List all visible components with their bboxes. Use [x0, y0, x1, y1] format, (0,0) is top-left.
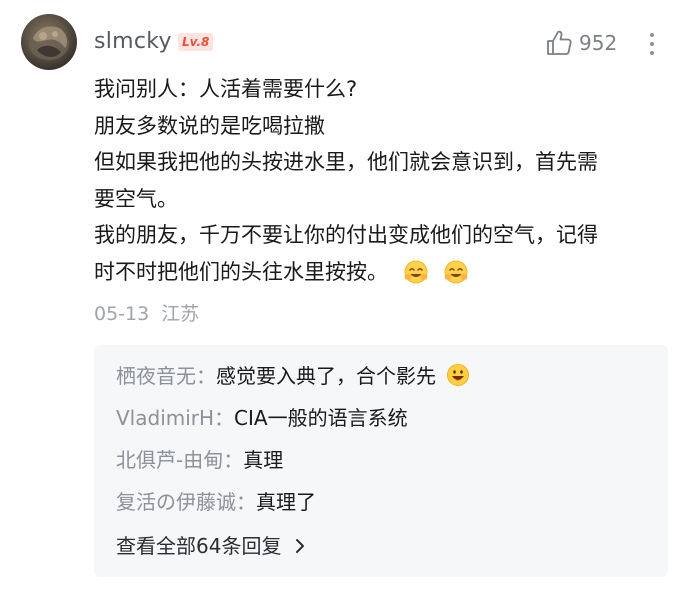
comment-date: 05-13 [94, 303, 150, 325]
comment-line-last: 时不时把他们的头往水里按按。 [94, 254, 674, 291]
more-icon[interactable] [646, 29, 658, 59]
comment-line-text: 时不时把他们的头往水里按按。 [94, 259, 388, 284]
reply-text: 真理 [243, 448, 284, 472]
comment-meta: 05-13 江苏 [94, 300, 199, 328]
reply-author[interactable]: VladimirH [116, 406, 214, 430]
reply-text: CIA一般的语言系统 [234, 406, 408, 430]
like-button[interactable]: 952 [544, 28, 617, 58]
reply-item[interactable]: VladimirH：CIA一般的语言系统 [116, 403, 408, 433]
comment-line: 我的朋友，千万不要让你的付出变成他们的空气，记得 [94, 223, 598, 247]
smile-emoji-icon [444, 260, 468, 283]
reply-separator: ： [236, 490, 256, 514]
avatar[interactable] [21, 14, 77, 70]
comment-line: 要空气。 [94, 186, 178, 211]
smile-emoji-icon [404, 260, 428, 283]
reply-item[interactable]: 栖夜音无：感觉要入典了，合个影先 [116, 361, 470, 391]
view-all-replies-link[interactable]: 查看全部64条回复 [116, 531, 306, 561]
reply-item[interactable]: 复活の伊藤诚：真理了 [116, 487, 316, 517]
comment-line: 朋友多数说的是吃喝拉撒 [94, 113, 325, 138]
username[interactable]: slmcky [94, 29, 172, 55]
reply-author[interactable]: 栖夜音无 [116, 364, 196, 388]
reply-item[interactable]: 北俱芦-由甸：真理 [116, 445, 283, 475]
reply-separator: ： [196, 364, 216, 388]
reply-separator: ： [223, 448, 244, 472]
reply-text: 感觉要入典了，合个影先 [216, 364, 436, 388]
like-icon [547, 30, 572, 55]
chevron-right-icon [295, 539, 304, 553]
reply-author[interactable]: 复活の伊藤诚 [116, 490, 236, 514]
comment-content: 我问别人：人活着需要什么? 朋友多数说的是吃喝拉撒 但如果我把他的头按进水里，他… [94, 71, 674, 290]
view-all-replies-label: 查看全部64条回复 [116, 534, 282, 558]
comment-line: 我问别人：人活着需要什么? [94, 77, 358, 101]
avatar-image [29, 26, 69, 60]
comment-location: 江苏 [161, 303, 200, 325]
comment-line: 但如果我把他的头按进水里，他们就会意识到，首先需 [94, 150, 598, 174]
level-badge: Lv.8 [178, 33, 214, 51]
like-count: 952 [579, 31, 618, 55]
reply-author[interactable]: 北俱芦-由甸 [116, 448, 223, 472]
replies-box: 栖夜音无：感觉要入典了，合个影先 VladimirH：CIA一般的语言系统 北俱… [94, 345, 668, 577]
reply-separator: ： [214, 406, 235, 430]
reply-text: 真理了 [256, 490, 316, 514]
grin-emoji-icon [447, 364, 470, 386]
